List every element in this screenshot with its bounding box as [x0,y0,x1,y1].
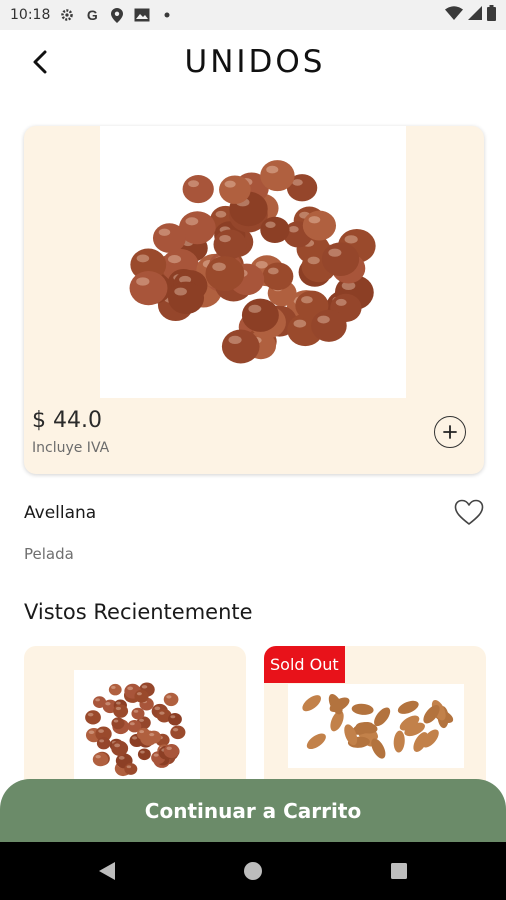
nut-shape [152,223,186,253]
nut-shape [205,256,245,292]
status-right [445,5,496,25]
image-icon [134,7,150,23]
continue-to-cart-button[interactable]: Continuar a Carrito [0,779,506,843]
back-arrow-icon [33,50,47,74]
home-circle-icon [244,862,262,880]
almond-shape [351,703,374,715]
nut-shape [96,737,111,750]
nut-shape [134,689,149,703]
almond-shape [306,733,326,750]
nut-shape [113,704,129,718]
settings-icon [59,7,75,23]
favorite-button[interactable] [453,497,485,527]
back-triangle-icon [99,862,115,880]
nut-shape [146,730,162,744]
nut-shape [92,752,109,767]
status-left: 10:18 G [10,7,175,23]
nut-shape [129,271,168,306]
nav-home-button[interactable] [241,859,265,883]
nut-shape [182,175,214,204]
product-variant: Pelada [24,545,74,563]
back-button[interactable] [22,44,58,80]
nut-shape [167,712,182,726]
product-price: $ 44.0 [32,408,102,433]
product-name: Avellana [24,503,97,523]
add-to-cart-button[interactable] [434,416,466,448]
nut-shape [260,216,290,244]
product-image-hazelnuts [100,126,406,398]
nut-shape [163,744,180,759]
status-bar: 10:18 G [0,0,506,30]
nut-shape [262,262,294,291]
location-icon [109,7,125,23]
battery-icon [487,5,496,25]
nut-shape [260,160,295,192]
almond-shape [302,695,321,712]
nut-shape [108,683,122,696]
signal-icon [468,6,482,24]
system-nav-bar [0,842,506,900]
wifi-icon [445,6,463,24]
sold-out-badge: Sold Out [264,646,345,683]
nut-shape [321,242,360,277]
nut-shape [85,710,101,725]
nut-shape [241,298,279,332]
recent-image-almonds [288,684,464,768]
tax-note: Incluye IVA [32,440,110,456]
status-time: 10:18 [10,7,51,23]
nut-shape [137,748,151,761]
nut-shape [111,740,129,756]
almond-shape [393,730,405,753]
recent-image-hazelnuts [74,670,200,790]
nut-shape [311,309,347,342]
recents-square-icon [391,863,407,879]
nut-shape [131,707,145,720]
brand-logo: UNIDOS [184,44,326,80]
nut-shape [168,281,205,315]
nav-back-button[interactable] [95,859,119,883]
dot-icon [159,7,175,23]
continue-to-cart-label: Continuar a Carrito [144,799,362,823]
app-header: UNIDOS [0,30,506,96]
nut-shape [163,692,179,707]
nav-recents-button[interactable] [387,859,411,883]
google-icon: G [86,7,98,23]
nut-shape [302,210,337,241]
product-card: $ 44.0 Incluye IVA [24,126,484,474]
nut-shape [221,329,260,364]
nut-shape [219,175,251,204]
plus-icon [443,425,457,439]
nut-shape [213,229,247,260]
recently-viewed-title: Vistos Recientemente [24,600,253,624]
nut-shape [111,717,125,730]
nut-shape [170,725,186,740]
almond-shape [397,700,419,714]
nut-shape [124,763,138,775]
heart-icon [454,499,484,525]
